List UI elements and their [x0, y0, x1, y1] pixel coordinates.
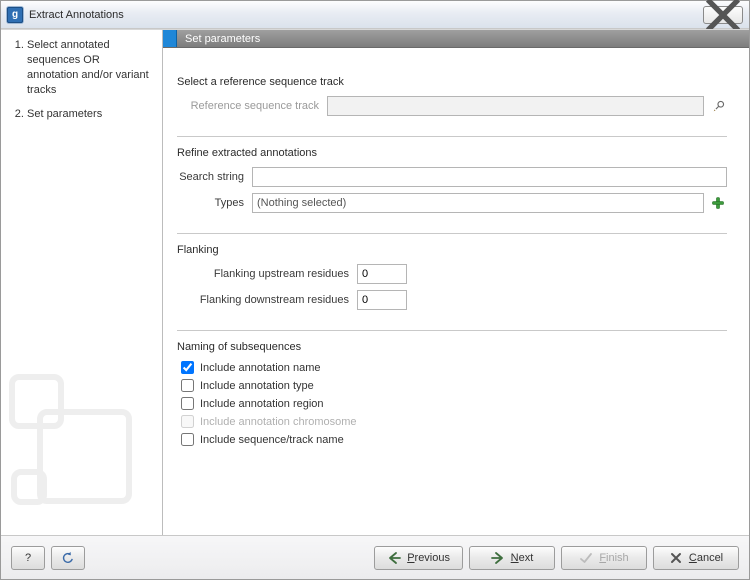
- include-sequence-track-name-row: Include sequence/track name: [181, 433, 727, 446]
- include-sequence-track-name-checkbox[interactable]: [181, 433, 194, 446]
- naming-group: Naming of subsequences Include annotatio…: [177, 341, 727, 446]
- help-button-label: ?: [25, 552, 31, 564]
- types-label: Types: [177, 197, 252, 209]
- include-annotation-region-checkbox[interactable]: [181, 397, 194, 410]
- next-button[interactable]: Next: [469, 546, 555, 570]
- flanking-downstream-input[interactable]: [357, 290, 407, 310]
- arrow-left-icon: [387, 551, 401, 565]
- wizard-step-2: Set parameters: [27, 107, 152, 122]
- step-header: Set parameters: [163, 30, 749, 48]
- cancel-button[interactable]: Cancel: [653, 546, 739, 570]
- flanking-upstream-input[interactable]: [357, 264, 407, 284]
- previous-button[interactable]: Previous: [374, 546, 463, 570]
- cancel-button-label: Cancel: [689, 552, 723, 564]
- reference-track-label: Reference sequence track: [177, 100, 327, 112]
- flanking-upstream-label: Flanking upstream residues: [177, 268, 357, 280]
- search-string-input[interactable]: [252, 167, 727, 187]
- wizard-steps-list: Select annotated sequences OR annotation…: [11, 38, 152, 122]
- cancel-icon: [669, 551, 683, 565]
- types-dropdown[interactable]: (Nothing selected): [252, 193, 704, 213]
- include-annotation-name-checkbox[interactable]: [181, 361, 194, 374]
- include-annotation-name-label: Include annotation name: [200, 362, 320, 374]
- include-annotation-name-row: Include annotation name: [181, 361, 727, 374]
- reset-icon: [61, 551, 75, 565]
- wizard-step-1: Select annotated sequences OR annotation…: [27, 38, 152, 97]
- browse-icon: [712, 99, 726, 113]
- finish-button-label: Finish: [599, 552, 628, 564]
- search-string-label: Search string: [177, 171, 252, 183]
- plus-icon: [711, 196, 725, 210]
- include-annotation-chromosome-checkbox: [181, 415, 194, 428]
- close-button[interactable]: [703, 6, 743, 24]
- flanking-group: Flanking Flanking upstream residues Flan…: [177, 244, 727, 310]
- refine-group: Refine extracted annotations Search stri…: [177, 147, 727, 213]
- include-annotation-region-label: Include annotation region: [200, 398, 324, 410]
- reference-track-group: Select a reference sequence track Refere…: [177, 76, 727, 116]
- include-annotation-type-checkbox[interactable]: [181, 379, 194, 392]
- app-icon: g: [7, 7, 23, 23]
- window-title: Extract Annotations: [29, 9, 124, 21]
- step-header-title: Set parameters: [185, 33, 260, 45]
- reference-track-section-title: Select a reference sequence track: [177, 76, 727, 88]
- add-type-button[interactable]: [710, 194, 727, 212]
- include-annotation-type-row: Include annotation type: [181, 379, 727, 392]
- previous-button-label: Previous: [407, 552, 450, 564]
- wizard-steps-pane: Select annotated sequences OR annotation…: [1, 30, 163, 535]
- include-sequence-track-name-label: Include sequence/track name: [200, 434, 344, 446]
- wizard-content-pane: Set parameters Select a reference sequen…: [163, 30, 749, 535]
- help-button[interactable]: ?: [11, 546, 45, 570]
- types-dropdown-value: (Nothing selected): [257, 197, 346, 209]
- titlebar: g Extract Annotations: [1, 1, 749, 29]
- browse-reference-track-button[interactable]: [710, 97, 727, 115]
- naming-section-title: Naming of subsequences: [177, 341, 727, 353]
- reference-track-input[interactable]: [327, 96, 704, 116]
- arrow-right-icon: [491, 551, 505, 565]
- include-annotation-chromosome-row: Include annotation chromosome: [181, 415, 727, 428]
- include-annotation-chromosome-label: Include annotation chromosome: [200, 416, 357, 428]
- step-header-marker: [163, 30, 177, 47]
- include-annotation-region-row: Include annotation region: [181, 397, 727, 410]
- check-icon: [579, 551, 593, 565]
- form-area: Select a reference sequence track Refere…: [163, 48, 749, 535]
- dialog-window: g Extract Annotations Select annotated s…: [0, 0, 750, 580]
- flanking-section-title: Flanking: [177, 244, 727, 256]
- include-annotation-type-label: Include annotation type: [200, 380, 314, 392]
- flanking-downstream-label: Flanking downstream residues: [177, 294, 357, 306]
- dialog-footer: ? Previous Next Finish Cancel: [1, 535, 749, 579]
- next-button-label: Next: [511, 552, 534, 564]
- finish-button[interactable]: Finish: [561, 546, 647, 570]
- dialog-body: Select annotated sequences OR annotation…: [1, 29, 749, 535]
- decorative-squares: [7, 369, 147, 529]
- reset-button[interactable]: [51, 546, 85, 570]
- refine-section-title: Refine extracted annotations: [177, 147, 727, 159]
